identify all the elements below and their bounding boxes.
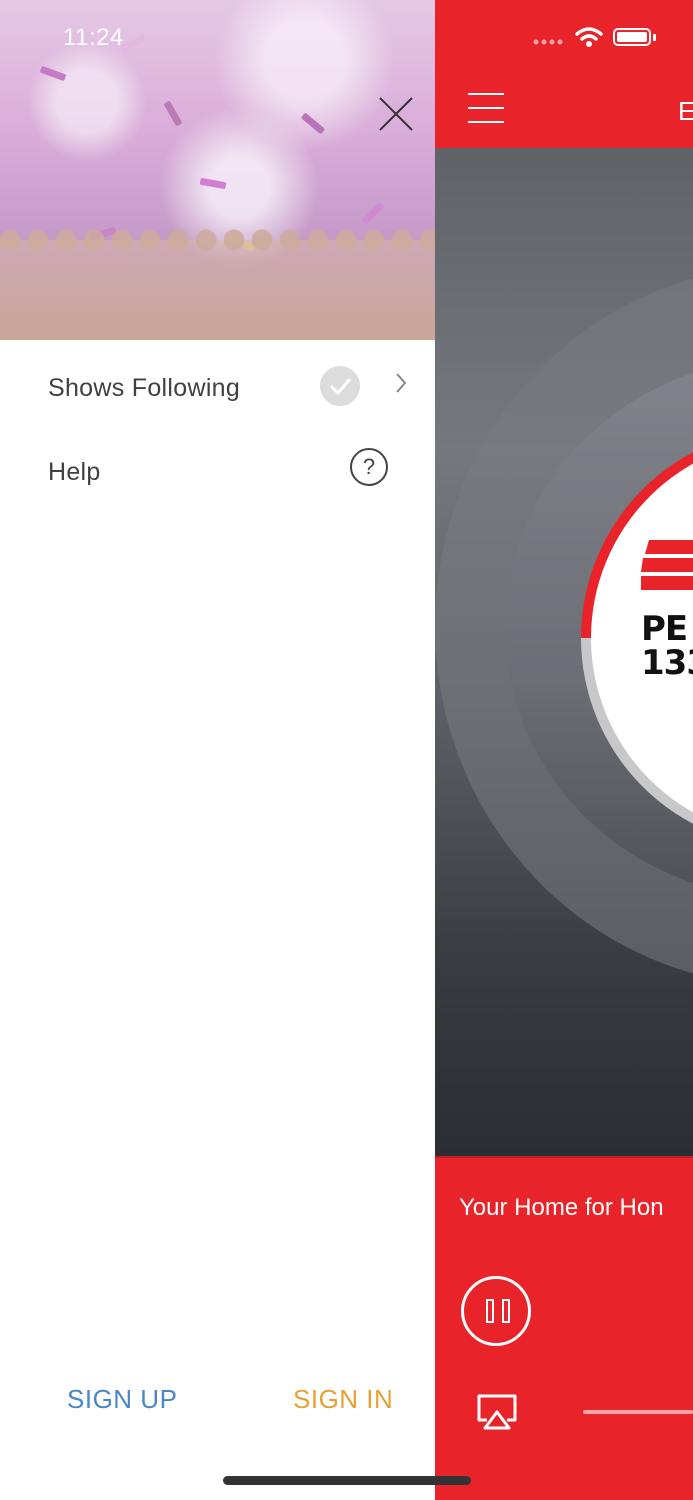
logo-line-1: PE (641, 609, 688, 649)
main-panel: E PE 133 Your Home for Hon (435, 0, 693, 1500)
player-bar: Your Home for Hon (435, 1156, 693, 1500)
volume-slider[interactable] (583, 1410, 693, 1414)
station-title: E (678, 96, 693, 126)
station-artwork: PE 133 (435, 148, 693, 1156)
check-circle-icon (320, 366, 360, 406)
status-time: 11:24 (63, 24, 124, 51)
airplay-icon[interactable] (475, 1392, 519, 1432)
home-indicator (223, 1476, 471, 1485)
drawer-hero-image: 11:24 (0, 0, 435, 340)
battery-tip (653, 34, 656, 41)
wifi-icon (575, 27, 603, 47)
close-drawer-button[interactable] (374, 92, 418, 136)
crowd-silhouette (0, 218, 435, 340)
menu-item-label: Help (48, 458, 101, 486)
close-icon[interactable] (374, 92, 418, 136)
top-bar: E (435, 0, 693, 148)
logo-line-2: 133 (641, 643, 693, 683)
pause-button[interactable] (461, 1276, 531, 1346)
menu-item-shows-following[interactable]: Shows Following (0, 352, 435, 422)
menu-button[interactable] (468, 93, 504, 125)
station-logo-text: PE 133 (641, 612, 693, 680)
question-circle-icon: ? (350, 448, 388, 486)
espn-logo-icon (641, 540, 693, 590)
menu-item-help[interactable]: Help ? (0, 436, 435, 506)
sign-in-button[interactable]: SIGN IN (293, 1384, 393, 1415)
sign-up-button[interactable]: SIGN UP (67, 1384, 177, 1415)
menu-item-label: Shows Following (48, 374, 241, 402)
chevron-right-icon (393, 370, 409, 396)
now-playing-text: Your Home for Hon (459, 1194, 664, 1221)
side-drawer: 11:24 Shows Following Help ? SIGN UP SIG… (0, 0, 435, 1500)
cellular-signal-icon (533, 39, 563, 45)
battery-icon (613, 28, 651, 46)
